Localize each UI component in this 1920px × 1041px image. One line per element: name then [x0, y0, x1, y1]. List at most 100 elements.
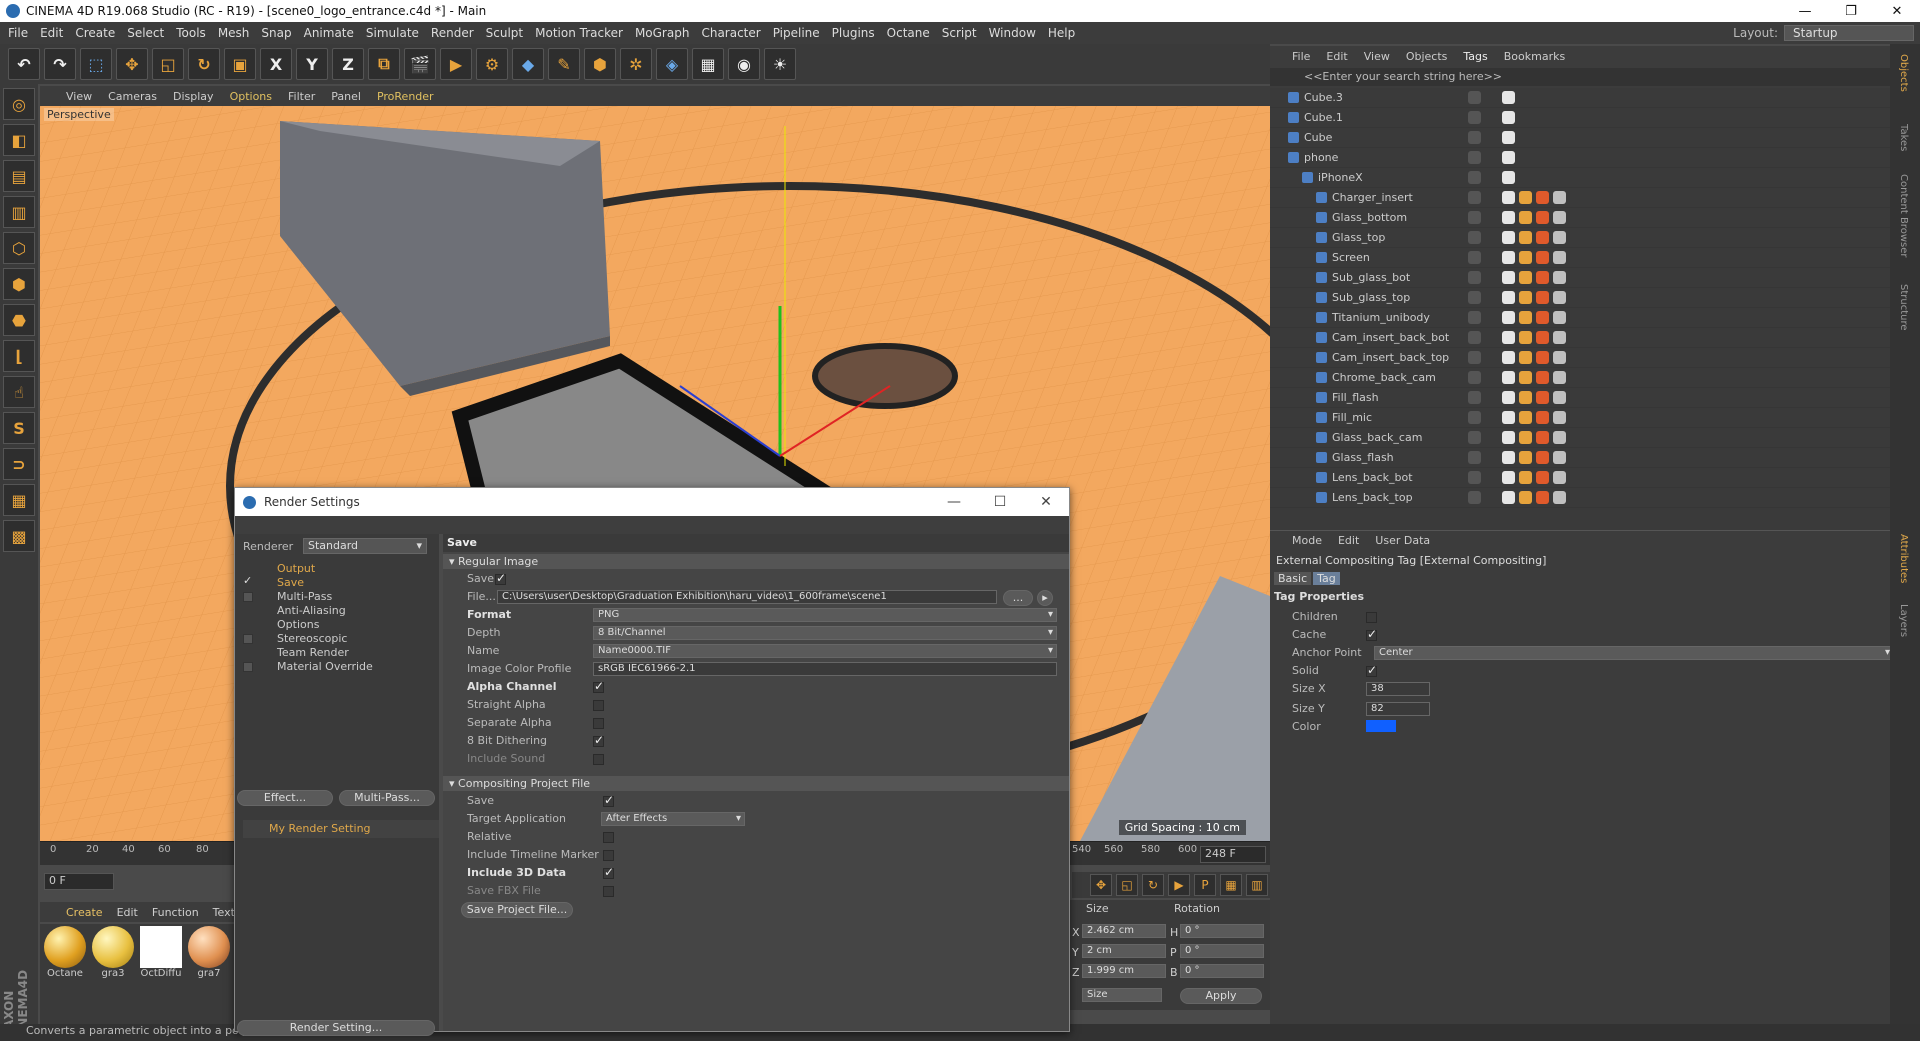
visibility-icon[interactable]	[1468, 151, 1481, 164]
nav-options[interactable]: Options	[277, 618, 319, 631]
object-row[interactable]: Sub_glass_top	[1270, 288, 1890, 308]
multipass-button[interactable]: Multi-Pass...	[339, 790, 435, 806]
tag-icon[interactable]	[1502, 211, 1515, 224]
tag-icon[interactable]	[1502, 311, 1515, 324]
object-row[interactable]: Fill_mic	[1270, 408, 1890, 428]
magnet-icon[interactable]: ⊃	[3, 448, 35, 480]
menu-animate[interactable]: Animate	[304, 26, 354, 40]
tag-icon[interactable]	[1553, 391, 1566, 404]
object-row[interactable]: Glass_bottom	[1270, 208, 1890, 228]
render-setting-button[interactable]: Render Setting...	[237, 1020, 435, 1036]
nav-antialiasing[interactable]: Anti-Aliasing	[277, 604, 346, 617]
object-row[interactable]: Lens_back_bot	[1270, 468, 1890, 488]
tag-icon[interactable]	[1536, 491, 1549, 504]
nav-stereoscopic[interactable]: Stereoscopic	[277, 632, 347, 645]
save-fbx-checkbox[interactable]	[603, 886, 614, 897]
tag-icon[interactable]	[1502, 131, 1515, 144]
size-y-field[interactable]: 2 cm	[1082, 944, 1166, 958]
file-arrow-button[interactable]: ▸	[1037, 590, 1053, 606]
tag-icon[interactable]	[1553, 231, 1566, 244]
menu-tools[interactable]: Tools	[176, 26, 206, 40]
tag-icon[interactable]	[1502, 331, 1515, 344]
layout-select[interactable]: Startup	[1784, 25, 1914, 41]
tag-icon[interactable]	[1536, 411, 1549, 424]
rotate-icon[interactable]: ↻	[188, 48, 220, 80]
cube-icon[interactable]: ◆	[512, 48, 544, 80]
menu-select[interactable]: Select	[127, 26, 164, 40]
visibility-icon[interactable]	[1468, 111, 1481, 124]
compositing-header[interactable]: ▾ Compositing Project File	[443, 776, 1069, 791]
material-swatch[interactable]: Octane	[42, 926, 88, 979]
object-row[interactable]: iPhoneX	[1270, 168, 1890, 188]
object-row[interactable]: Cube.1	[1270, 108, 1890, 128]
tag-icon[interactable]	[1502, 491, 1515, 504]
object-name[interactable]: Glass_flash	[1332, 451, 1394, 464]
film-icon[interactable]: ▥	[1246, 874, 1268, 896]
attr-menu-userdata[interactable]: User Data	[1375, 534, 1430, 547]
file-path-field[interactable]: C:\Users\user\Desktop\Graduation Exhibit…	[497, 590, 997, 604]
tab-takes[interactable]: Takes	[1898, 124, 1909, 151]
children-checkbox[interactable]	[1366, 612, 1377, 623]
nav-save-check[interactable]	[243, 574, 253, 588]
object-row[interactable]: Sub_glass_bot	[1270, 268, 1890, 288]
tag-icon[interactable]	[1519, 211, 1532, 224]
object-name[interactable]: Lens_back_bot	[1332, 471, 1413, 484]
rot-h-field[interactable]: 0 °	[1180, 924, 1264, 938]
subdivision-icon[interactable]: ⬢	[584, 48, 616, 80]
tag-icon[interactable]	[1519, 391, 1532, 404]
polygons-mode-icon[interactable]: ⬣	[3, 304, 35, 336]
edit-render-settings-icon[interactable]: ⚙	[476, 48, 508, 80]
tag-icon[interactable]	[1536, 211, 1549, 224]
world-coord-icon[interactable]: ⧉	[368, 48, 400, 80]
menu-help[interactable]: Help	[1048, 26, 1075, 40]
vp-menu-panel[interactable]: Panel	[331, 90, 361, 103]
menu-octane[interactable]: Octane	[887, 26, 930, 40]
tag-icon[interactable]	[1553, 411, 1566, 424]
menu-window[interactable]: Window	[989, 26, 1036, 40]
object-row[interactable]: phone	[1270, 148, 1890, 168]
tag-icon[interactable]	[1536, 311, 1549, 324]
format-select[interactable]: PNG ▾	[593, 608, 1057, 622]
vp-menu-prorender[interactable]: ProRender	[377, 90, 434, 103]
object-row[interactable]: Cube	[1270, 128, 1890, 148]
x-axis-icon[interactable]: X	[260, 48, 292, 80]
size-x-field[interactable]: 2.462 cm	[1082, 924, 1166, 938]
visibility-icon[interactable]	[1468, 271, 1481, 284]
menu-render[interactable]: Render	[431, 26, 474, 40]
deformer-icon[interactable]: ◈	[656, 48, 688, 80]
tag-icon[interactable]	[1553, 311, 1566, 324]
object-row[interactable]: Charger_insert	[1270, 188, 1890, 208]
rot-b-field[interactable]: 0 °	[1180, 964, 1264, 978]
nav-save[interactable]: Save	[277, 576, 304, 589]
material-swatch[interactable]: gra7	[186, 926, 232, 979]
nav-multipass-check[interactable]	[243, 592, 253, 602]
straight-alpha-checkbox[interactable]	[593, 700, 604, 711]
attr-menu-edit[interactable]: Edit	[1338, 534, 1359, 547]
tag-icon[interactable]	[1553, 331, 1566, 344]
restore-icon[interactable]: ❐	[1828, 4, 1874, 19]
dialog-minimize-icon[interactable]: —	[931, 494, 977, 510]
object-name[interactable]: Fill_flash	[1332, 391, 1379, 404]
regular-image-header[interactable]: ▾ Regular Image	[443, 554, 1069, 569]
om-menu-edit[interactable]: Edit	[1326, 50, 1347, 63]
play-icon[interactable]: ▶	[1168, 874, 1190, 896]
tag-icon[interactable]	[1519, 271, 1532, 284]
tag-icon[interactable]	[1553, 191, 1566, 204]
object-row[interactable]: Chrome_back_cam	[1270, 368, 1890, 388]
include-sound-checkbox[interactable]	[593, 754, 604, 765]
menu-mesh[interactable]: Mesh	[218, 26, 250, 40]
tab-basic[interactable]: Basic	[1274, 572, 1312, 585]
visibility-icon[interactable]	[1468, 211, 1481, 224]
object-name[interactable]: Cube	[1304, 131, 1332, 144]
visibility-icon[interactable]	[1468, 431, 1481, 444]
target-app-select[interactable]: After Effects ▾	[601, 812, 745, 826]
edges-mode-icon[interactable]: ⬢	[3, 268, 35, 300]
dialog-close-icon[interactable]: ✕	[1023, 494, 1069, 510]
tag-icon[interactable]	[1553, 471, 1566, 484]
my-render-setting[interactable]: My Render Setting	[243, 820, 439, 838]
scale-icon[interactable]: ◱	[1116, 874, 1138, 896]
object-name[interactable]: Sub_glass_top	[1332, 291, 1410, 304]
tag-icon[interactable]	[1519, 371, 1532, 384]
octane-live-viewer-icon[interactable]: ◎	[3, 88, 35, 120]
solid-checkbox[interactable]	[1366, 663, 1377, 677]
